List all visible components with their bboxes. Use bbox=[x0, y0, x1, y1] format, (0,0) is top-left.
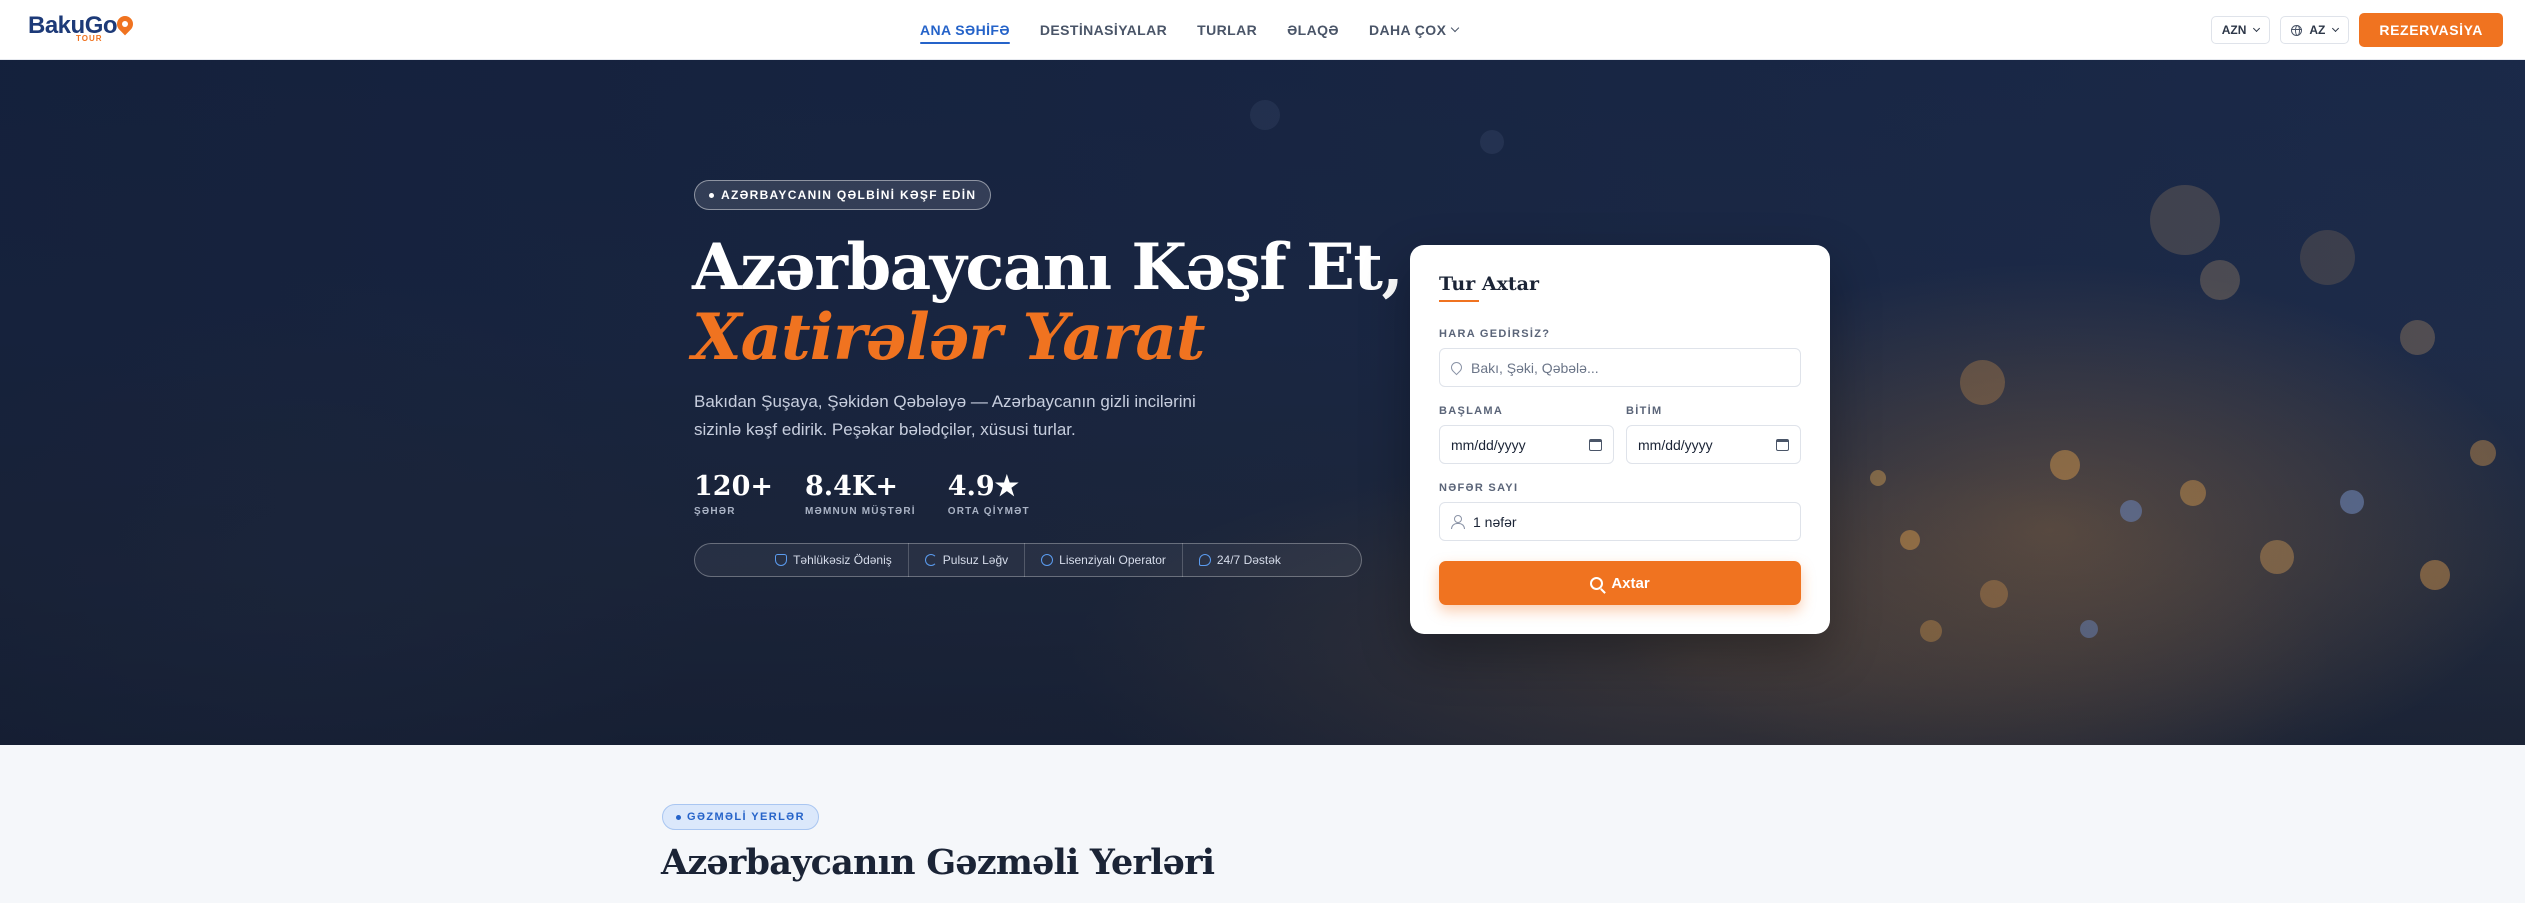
destination-placeholder: Bakı, Şəki, Qəbələ... bbox=[1471, 359, 1599, 376]
end-date-placeholder: mm/dd/yyyy bbox=[1638, 436, 1713, 453]
stat-label: ORTA QİYMƏT bbox=[947, 506, 1030, 517]
chevron-down-icon bbox=[2332, 24, 2340, 32]
nav-item-more[interactable]: DAHA ÇOX bbox=[1368, 0, 1460, 60]
reservation-button[interactable]: REZERVASİYA bbox=[2359, 13, 2503, 47]
search-button-label: Axtar bbox=[1611, 574, 1650, 592]
top-navbar: BakuGo TOUR ANA SƏHİFƏ DESTİNASİYALAR TU… bbox=[0, 0, 2525, 60]
map-pin-logo-icon bbox=[113, 12, 137, 38]
chat-icon bbox=[1198, 554, 1211, 566]
end-date-input[interactable]: mm/dd/yyyy bbox=[1626, 425, 1801, 464]
start-date-label: BAŞLAMA bbox=[1439, 405, 1504, 417]
destination-label: HARA GEDİRSİZ? bbox=[1439, 328, 1551, 340]
hero-section: AZƏRBAYCANIN QƏLBİNİ KƏŞF EDİN Azərbayca… bbox=[0, 60, 2525, 745]
people-label: NƏFƏR SAYI bbox=[1439, 482, 1519, 494]
destination-input[interactable]: Bakı, Şəki, Qəbələ... bbox=[1439, 348, 1801, 387]
stat-item: 4.9★ ORTA QİYMƏT bbox=[948, 470, 1030, 517]
section-badge-label: GƏZMƏLİ YERLƏR bbox=[687, 811, 805, 823]
trust-item: 24/7 Dəstək bbox=[1181, 543, 1297, 577]
currency-value: AZN bbox=[2221, 23, 2247, 37]
stat-label: MƏMNUN MÜŞTƏRİ bbox=[804, 506, 916, 517]
hero-lead: Bakıdan Şuşaya, Şəkidən Qəbələyə — Azərb… bbox=[694, 392, 1196, 439]
brand-subtitle: TOUR bbox=[76, 34, 103, 43]
title-underline bbox=[1439, 300, 1479, 302]
stat-item: 8.4K+ MƏMNUN MÜŞTƏRİ bbox=[805, 470, 916, 517]
trust-label: Lisenziyalı Operator bbox=[1059, 553, 1166, 567]
trust-label: Pulsuz Ləğv bbox=[942, 553, 1009, 567]
hero-badge-label: AZƏRBAYCANIN QƏLBİNİ KƏŞF EDİN bbox=[721, 188, 977, 202]
hero-stats: 120+ ŞƏHƏR 8.4K+ MƏMNUN MÜŞTƏRİ 4.9★ ORT… bbox=[694, 470, 1030, 517]
trust-label: 24/7 Dəstək bbox=[1216, 553, 1281, 567]
trust-label: Təhlükəsiz Ödəniş bbox=[793, 553, 892, 567]
people-select[interactable]: 1 nəfər bbox=[1439, 502, 1801, 541]
stat-value: 4.9★ bbox=[947, 471, 1019, 502]
tour-search-card: Tur Axtar HARA GEDİRSİZ? Bakı, Şəki, Qəb… bbox=[1410, 245, 1830, 634]
nav-item-tours[interactable]: TURLAR bbox=[1197, 0, 1257, 60]
chevron-down-icon bbox=[2253, 24, 2261, 32]
search-icon bbox=[1590, 576, 1604, 590]
brand-name: BakuGo bbox=[28, 12, 118, 39]
globe-icon bbox=[2291, 24, 2303, 36]
bullet-icon bbox=[709, 192, 714, 198]
people-value: 1 nəfər bbox=[1473, 513, 1517, 530]
hero-title-line1: Azərbaycanı Kəşf Et, bbox=[692, 230, 1404, 305]
start-date-placeholder: mm/dd/yyyy bbox=[1451, 436, 1526, 453]
trust-item: Lisenziyalı Operator bbox=[1024, 543, 1182, 577]
map-pin-icon bbox=[1448, 359, 1465, 376]
calendar-icon[interactable] bbox=[1776, 438, 1789, 451]
nav-item-home[interactable]: ANA SƏHİFƏ bbox=[920, 0, 1010, 60]
hero-overlay bbox=[0, 60, 2525, 745]
stat-value: 120+ bbox=[694, 471, 773, 502]
bullet-icon bbox=[676, 814, 681, 820]
language-select[interactable]: AZ bbox=[2280, 16, 2350, 44]
main-menu: ANA SƏHİFƏ DESTİNASİYALAR TURLAR ƏLAQƏ D… bbox=[920, 0, 1460, 60]
currency-select[interactable]: AZN bbox=[2210, 16, 2271, 44]
trust-bar: Təhlükəsiz Ödəniş Pulsuz Ləğv Lisenziyal… bbox=[694, 543, 1362, 577]
section-title: Azərbaycanın Gəzməli Yerləri bbox=[661, 842, 1215, 883]
section-badge: GƏZMƏLİ YERLƏR bbox=[662, 804, 819, 830]
hero-title-line2: Xatirələr Yarat bbox=[692, 300, 1205, 375]
check-circle-icon bbox=[1041, 554, 1054, 566]
brand-logo[interactable]: BakuGo TOUR bbox=[28, 12, 137, 48]
destinations-section: GƏZMƏLİ YERLƏR Azərbaycanın Gəzməli Yerl… bbox=[0, 745, 2525, 903]
nav-item-contact[interactable]: ƏLAQƏ bbox=[1287, 0, 1339, 60]
language-value: AZ bbox=[2309, 23, 2326, 37]
search-card-title: Tur Axtar bbox=[1439, 273, 1540, 295]
stat-label: ŞƏHƏR bbox=[694, 506, 736, 517]
user-icon bbox=[1451, 515, 1465, 529]
trust-item: Pulsuz Ləğv bbox=[907, 543, 1024, 577]
refresh-icon bbox=[924, 554, 937, 566]
start-date-input[interactable]: mm/dd/yyyy bbox=[1439, 425, 1614, 464]
calendar-icon[interactable] bbox=[1589, 438, 1602, 451]
stat-value: 8.4K+ bbox=[804, 471, 899, 502]
end-date-label: BİTİM bbox=[1626, 405, 1663, 417]
search-button[interactable]: Axtar bbox=[1439, 561, 1801, 605]
hero-badge: AZƏRBAYCANIN QƏLBİNİ KƏŞF EDİN bbox=[694, 180, 992, 210]
nav-actions: AZN AZ REZERVASİYA bbox=[2210, 13, 2503, 47]
chevron-down-icon bbox=[1451, 23, 1460, 33]
nav-item-more-label: DAHA ÇOX bbox=[1368, 22, 1447, 38]
shield-icon bbox=[775, 554, 788, 566]
stat-item: 120+ ŞƏHƏR bbox=[694, 470, 773, 517]
trust-item: Təhlükəsiz Ödəniş bbox=[759, 543, 908, 577]
nav-item-destinations[interactable]: DESTİNASİYALAR bbox=[1040, 0, 1167, 60]
